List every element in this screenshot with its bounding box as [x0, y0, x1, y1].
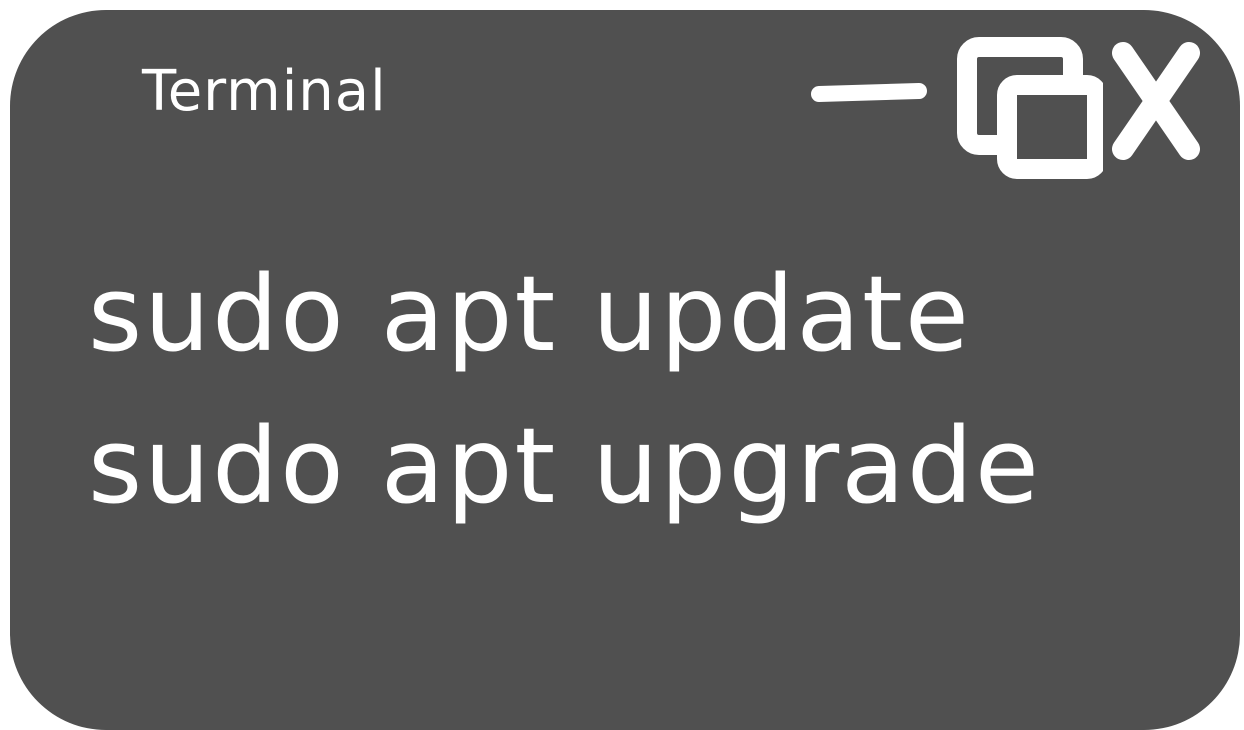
restore-button[interactable] [953, 25, 1103, 185]
command-line: sudo apt upgrade [88, 405, 1041, 527]
restore-icon [957, 37, 1103, 179]
window-controls [805, 25, 1205, 185]
window-title: Terminal [142, 59, 387, 124]
minimize-icon [811, 83, 927, 102]
close-button[interactable] [1105, 25, 1205, 185]
terminal-window: Terminal sudo apt update sudo apt upgrad… [10, 10, 1240, 730]
minimize-button[interactable] [805, 25, 935, 185]
terminal-output[interactable]: sudo apt update sudo apt upgrade [88, 238, 1041, 542]
close-icon [1112, 42, 1200, 160]
command-line: sudo apt update [88, 253, 971, 375]
